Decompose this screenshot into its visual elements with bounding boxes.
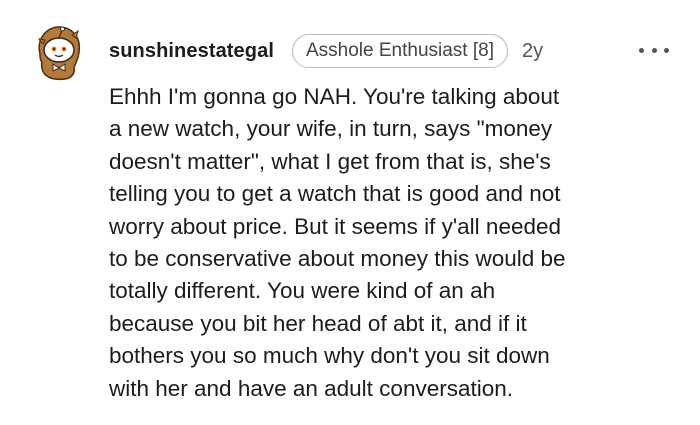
comment-timestamp[interactable]: 2y: [522, 40, 543, 63]
username-link[interactable]: sunshinestategal: [109, 40, 274, 63]
comment-header: sunshinestategal Asshole Enthusiast [8] …: [109, 33, 543, 69]
more-options-icon-dot: [664, 47, 669, 53]
user-flair-badge: Asshole Enthusiast [8]: [291, 34, 508, 68]
comment-body: Ehhh I'm gonna go NAH. You're talking ab…: [109, 84, 566, 401]
more-options-button[interactable]: [639, 44, 669, 56]
snoo-avatar-icon: [37, 26, 81, 81]
comment: sunshinestategal Asshole Enthusiast [8] …: [0, 0, 700, 425]
more-options-icon: [639, 47, 644, 53]
user-avatar[interactable]: [34, 24, 82, 82]
more-options-icon-dot: [651, 47, 657, 53]
